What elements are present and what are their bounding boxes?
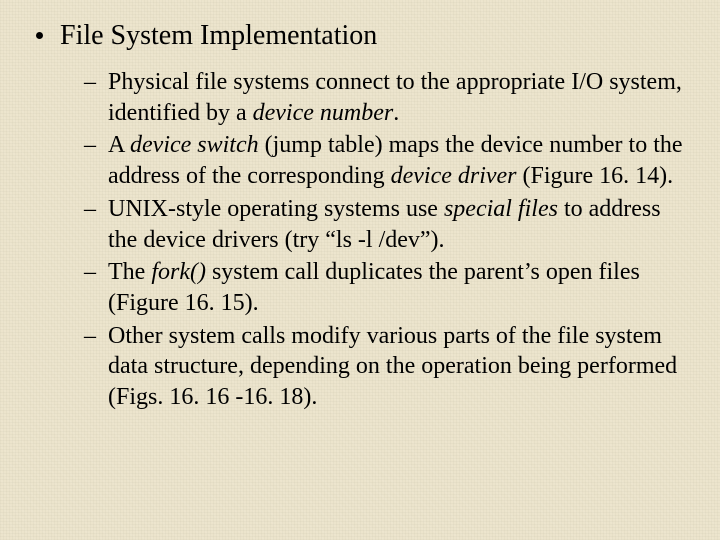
- dash-icon: –: [84, 257, 108, 288]
- dash-icon: –: [84, 321, 108, 352]
- sub-bullet-list: – Physical file systems connect to the a…: [84, 67, 688, 413]
- list-item-text: The fork() system call duplicates the pa…: [108, 257, 688, 318]
- list-item: – Physical file systems connect to the a…: [84, 67, 688, 128]
- list-item-text: A device switch (jump table) maps the de…: [108, 130, 688, 191]
- list-item: – Other system calls modify various part…: [84, 321, 688, 413]
- slide-title: File System Implementation: [60, 18, 377, 53]
- list-item-text: Other system calls modify various parts …: [108, 321, 688, 413]
- list-item-text: UNIX-style operating systems use special…: [108, 194, 688, 255]
- list-item: – A device switch (jump table) maps the …: [84, 130, 688, 191]
- dash-icon: –: [84, 194, 108, 225]
- list-item-text: Physical file systems connect to the app…: [108, 67, 688, 128]
- title-row: File System Implementation: [30, 18, 688, 53]
- dash-icon: –: [84, 130, 108, 161]
- list-item: – UNIX-style operating systems use speci…: [84, 194, 688, 255]
- dash-icon: –: [84, 67, 108, 98]
- list-item: – The fork() system call duplicates the …: [84, 257, 688, 318]
- slide: File System Implementation – Physical fi…: [0, 0, 720, 540]
